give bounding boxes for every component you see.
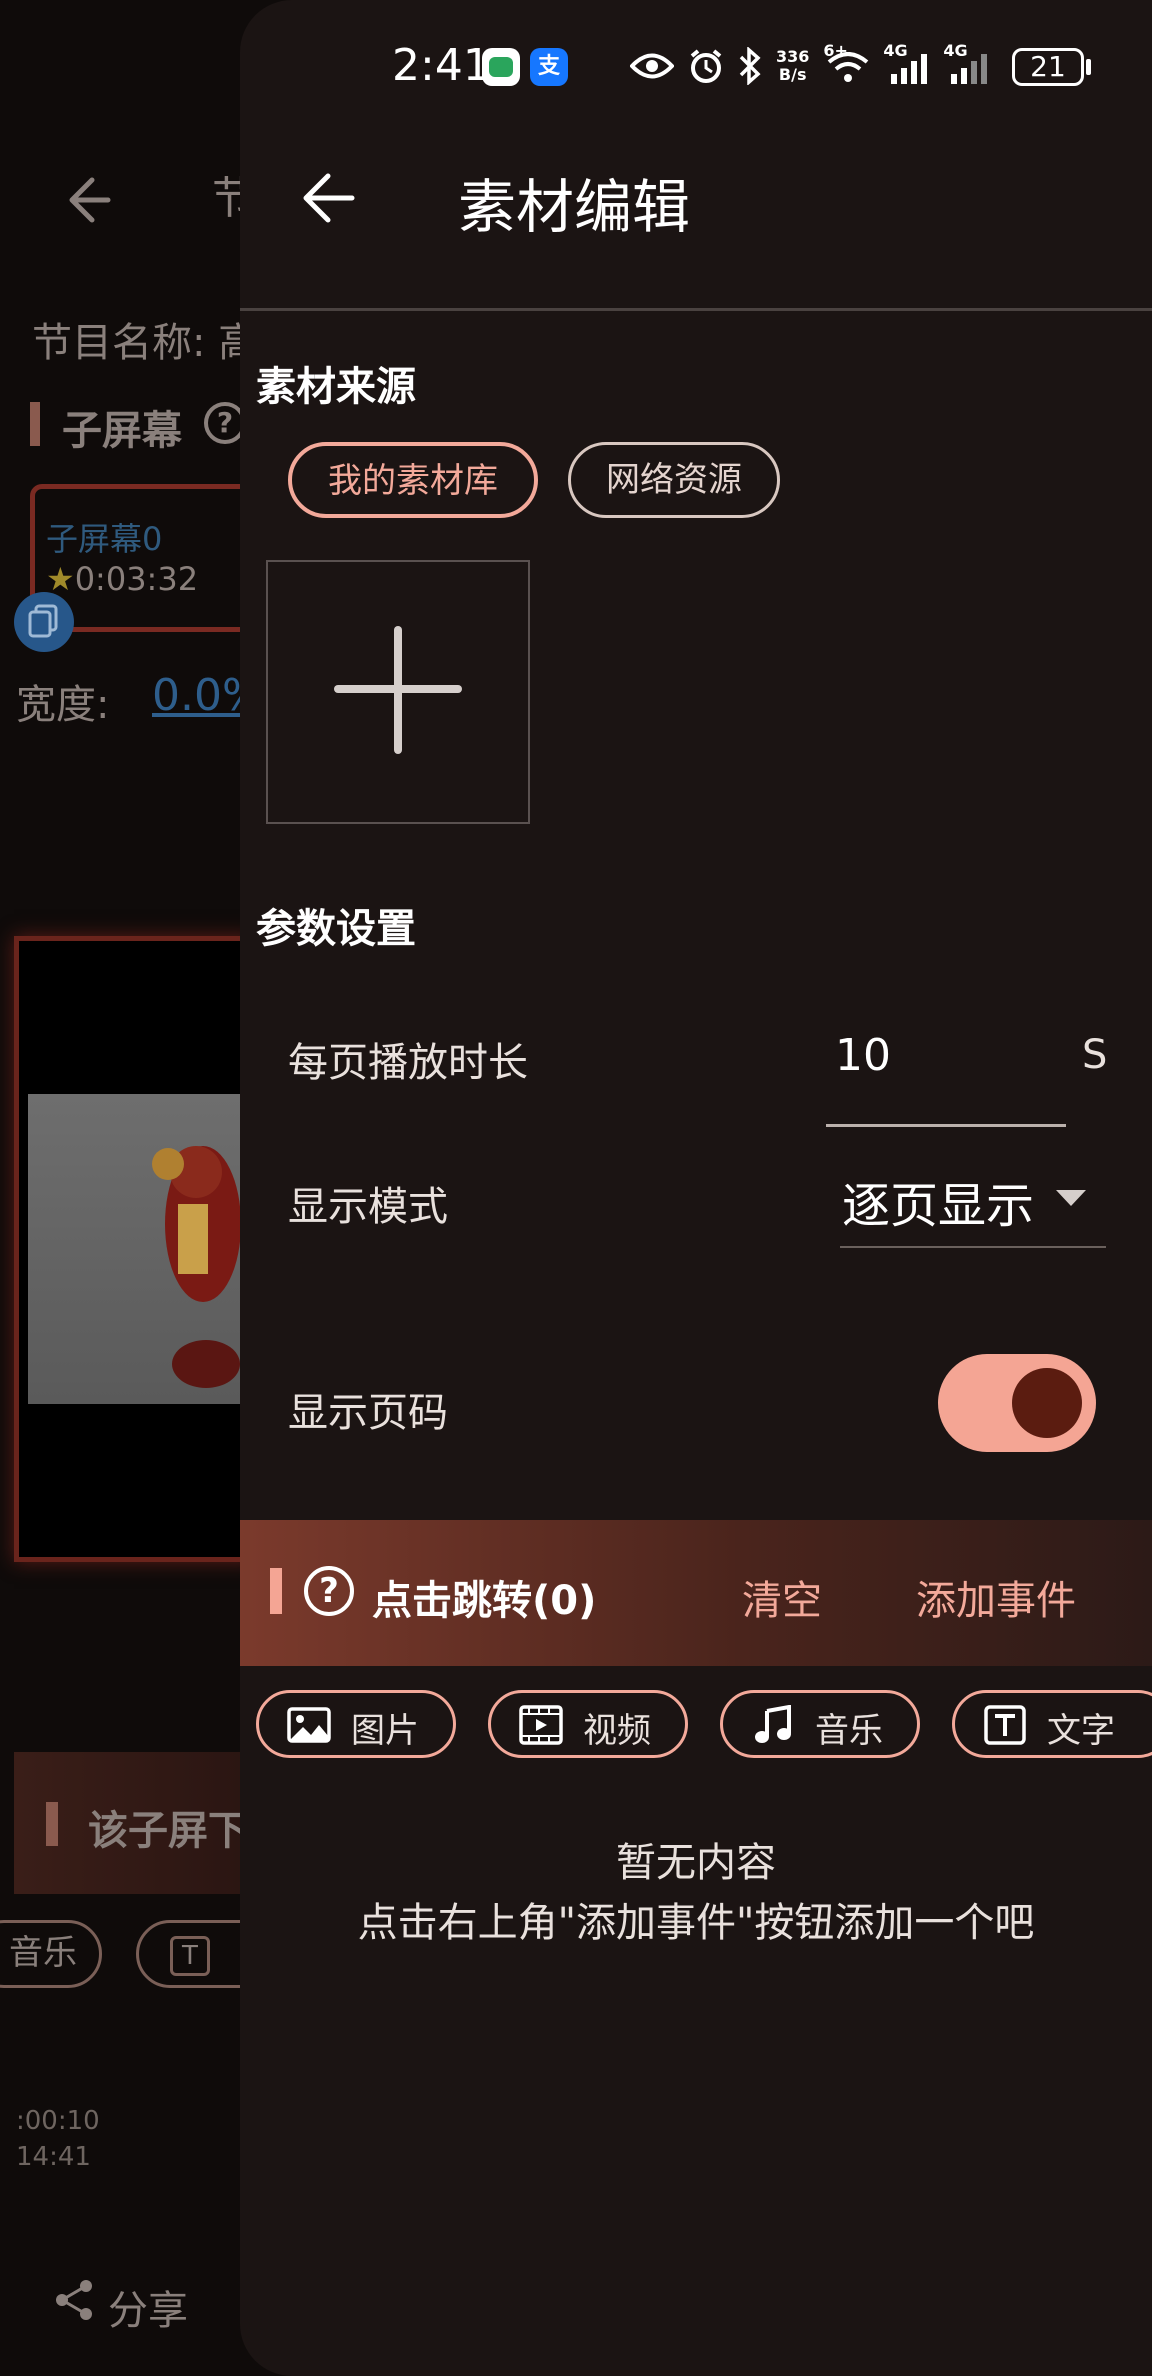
background-share-label: 分享 [108, 2288, 188, 2334]
page-number-label: 显示页码 [288, 1390, 448, 1436]
dropdown-arrow-icon[interactable] [1056, 1190, 1086, 1206]
chat-app-icon [482, 48, 520, 86]
click-jump-accent [270, 1568, 282, 1614]
background-text-icon: T [170, 1936, 210, 1976]
tab-network-resources[interactable]: 网络资源 [568, 442, 780, 518]
display-mode-underline [840, 1246, 1106, 1248]
chip-image-label: 图片 [351, 1711, 419, 1751]
back-arrow-icon[interactable] [298, 168, 358, 228]
chip-video-label: 视频 [583, 1711, 651, 1751]
background-section-accent [30, 402, 40, 446]
battery-tip [1086, 59, 1091, 75]
background-card-time-value: 0:03:32 [74, 560, 199, 598]
bluetooth-icon [739, 47, 761, 85]
wifi-icon: 6+ [823, 42, 869, 86]
status-bar: 2:41 支 336 B/s 6+ 4G 4G 21 [240, 0, 1152, 130]
music-note-icon [755, 1705, 791, 1743]
display-mode-label: 显示模式 [288, 1184, 448, 1230]
chip-image[interactable]: 图片 [256, 1690, 456, 1758]
tab-my-library[interactable]: 我的素材库 [288, 442, 538, 518]
plus-icon-vertical [394, 626, 402, 754]
header-divider [240, 308, 1152, 311]
background-width-label: 宽度: [16, 682, 110, 728]
material-edit-drawer: 2:41 支 336 B/s 6+ 4G 4G 21 素材编辑 素材来源 我的素… [240, 0, 1152, 2376]
background-preview-image [28, 1094, 258, 1404]
empty-state-hint: 点击右上角"添加事件"按钮添加一个吧 [357, 1900, 1035, 1946]
page-title: 素材编辑 [458, 173, 691, 241]
net-speed: 336 B/s [776, 48, 809, 84]
duration-input[interactable]: 10 [786, 1030, 940, 1081]
click-jump-title: 点击跳转(0) [372, 1578, 597, 1624]
chip-text-label: 文字 [1047, 1711, 1115, 1751]
alarm-icon [690, 49, 722, 83]
image-icon [287, 1707, 331, 1743]
clear-button[interactable]: 清空 [742, 1568, 822, 1626]
material-source-title: 素材来源 [256, 364, 416, 410]
background-copy-icon [14, 592, 74, 652]
background-strip-text: 该子屏下 [88, 1808, 248, 1854]
chip-video[interactable]: 视频 [488, 1690, 688, 1758]
background-time-1: :00:10 [16, 2106, 100, 2136]
alipay-icon: 支 [530, 48, 568, 86]
net-speed-value: 336 [776, 47, 810, 66]
battery-icon: 21 [1012, 48, 1084, 86]
chip-music-label: 音乐 [815, 1711, 883, 1751]
share-icon [56, 2280, 92, 2320]
toggle-knob[interactable] [1012, 1368, 1082, 1438]
add-event-button[interactable]: 添加事件 [916, 1568, 1076, 1626]
params-title: 参数设置 [256, 906, 416, 952]
background-chip-music: 音乐 [0, 1920, 102, 1988]
signal-2-icon: 4G [943, 42, 989, 86]
status-time: 2:41 [392, 40, 491, 91]
duration-unit: S [1082, 1032, 1108, 1078]
chip-music[interactable]: 音乐 [720, 1690, 920, 1758]
text-icon [984, 1705, 1026, 1745]
net-speed-unit: B/s [778, 65, 807, 84]
duration-label: 每页播放时长 [288, 1040, 528, 1086]
background-card-name: 子屏幕0 [46, 520, 163, 558]
display-mode-select[interactable]: 逐页显示 [842, 1166, 1034, 1236]
background-back-arrow-icon [69, 177, 111, 223]
duration-input-underline [826, 1124, 1066, 1127]
background-time-2: 14:41 [16, 2142, 91, 2172]
help-icon[interactable]: ? [304, 1566, 354, 1616]
background-strip-accent [46, 1802, 58, 1846]
chip-text[interactable]: 文字 [952, 1690, 1152, 1758]
video-icon [519, 1705, 563, 1745]
empty-state-title: 暂无内容 [616, 1840, 776, 1886]
eye-icon [630, 53, 674, 79]
background-sub-screen-title: 子屏幕 [62, 408, 182, 454]
background-program-name: 节目名称: 高 [32, 320, 259, 366]
signal-1-icon: 4G [883, 42, 929, 86]
status-icons: 336 B/s 6+ 4G 4G [630, 42, 989, 88]
